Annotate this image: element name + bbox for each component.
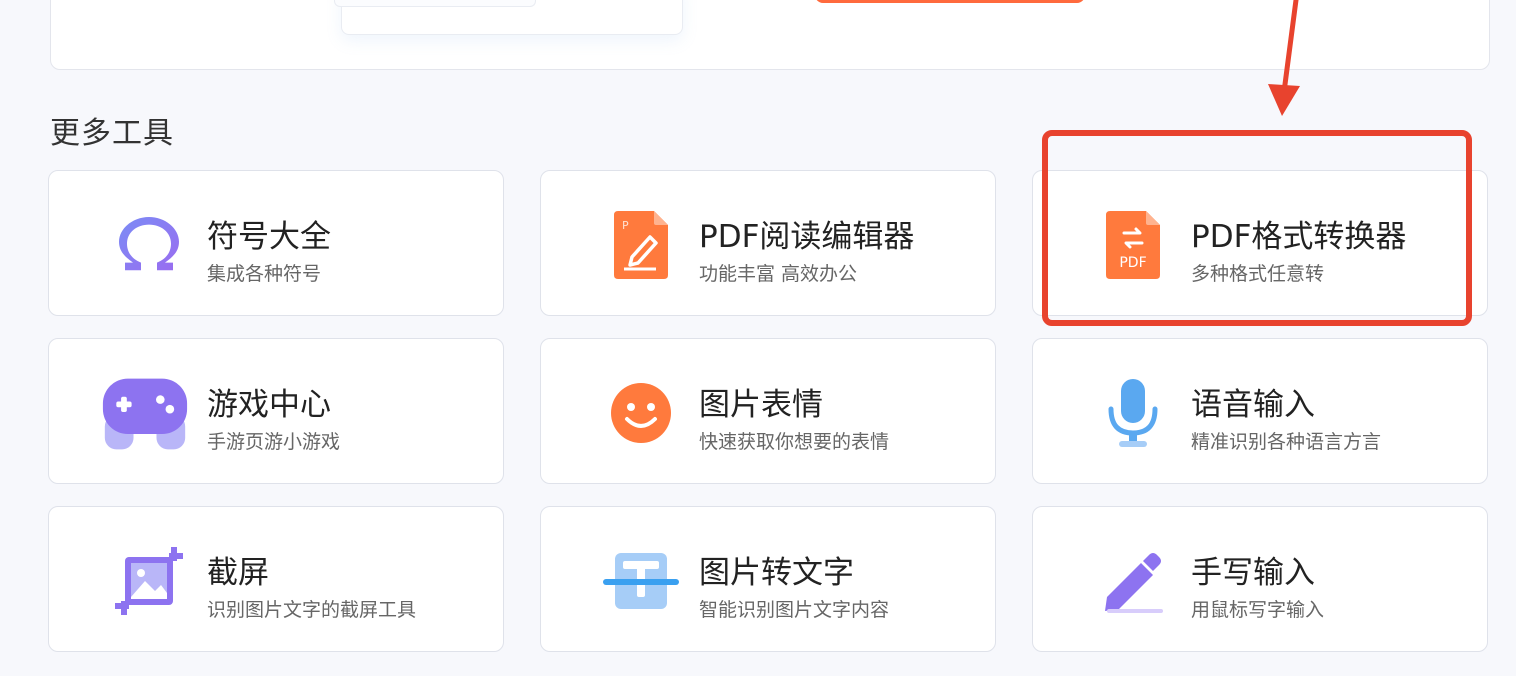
gamepad-icon — [101, 377, 189, 450]
featured-action-button[interactable] — [815, 0, 1085, 3]
tool-card-game-center[interactable]: 游戏中心 手游页游小游戏 — [48, 338, 504, 484]
smiley-icon — [597, 377, 685, 449]
tool-subtitle: 识别图片文字的截屏工具 — [207, 599, 417, 621]
pdf-icon-text: PDF — [1119, 255, 1146, 271]
tool-title: PDF阅读编辑器 — [699, 219, 915, 255]
tool-subtitle: 多种格式任意转 — [1191, 263, 1325, 285]
microphone-icon — [1089, 377, 1177, 449]
featured-preview-inner — [334, 0, 536, 7]
pdf-edit-icon: P — [597, 209, 685, 281]
tool-subtitle: 集成各种符号 — [207, 263, 322, 285]
tool-title: 截屏 — [207, 555, 269, 591]
featured-preview — [334, 0, 683, 35]
tool-title: PDF格式转换器 — [1191, 219, 1407, 255]
tool-title: 图片转文字 — [699, 555, 854, 591]
tool-card-symbols[interactable]: 符号大全 集成各种符号 — [48, 170, 504, 316]
tools-grid: 符号大全 集成各种符号 P PDF阅读编辑器 功能丰富 高效办公 PDF PDF… — [48, 170, 1490, 652]
tool-title: 语音输入 — [1191, 387, 1315, 423]
tool-card-pdf-editor[interactable]: P PDF阅读编辑器 功能丰富 高效办公 — [540, 170, 996, 316]
screenshot-icon — [105, 545, 193, 617]
tool-subtitle: 用鼠标写字输入 — [1191, 599, 1325, 621]
ocr-scan-icon — [597, 545, 685, 617]
tool-card-screenshot[interactable]: 截屏 识别图片文字的截屏工具 — [48, 506, 504, 652]
featured-card[interactable] — [50, 0, 1490, 70]
tool-card-image-to-text[interactable]: 图片转文字 智能识别图片文字内容 — [540, 506, 996, 652]
svg-text:P: P — [622, 219, 629, 232]
tool-card-pdf-converter[interactable]: PDF PDF格式转换器 多种格式任意转 — [1032, 170, 1488, 316]
tool-title: 符号大全 — [207, 219, 331, 255]
tool-card-emoji[interactable]: 图片表情 快速获取你想要的表情 — [540, 338, 996, 484]
tool-subtitle: 手游页游小游戏 — [207, 431, 341, 453]
tool-subtitle: 快速获取你想要的表情 — [699, 431, 890, 453]
tool-subtitle: 精准识别各种语言方言 — [1191, 431, 1382, 453]
omega-icon — [105, 209, 193, 281]
tool-title: 图片表情 — [699, 387, 823, 423]
tools-page: 更多工具 符号大全 集成各种符号 P PDF阅读编辑器 功能丰富 高效办公 PD… — [0, 0, 1516, 676]
pencil-icon — [1089, 545, 1177, 617]
tool-title: 手写输入 — [1191, 555, 1315, 591]
tool-card-voice-input[interactable]: 语音输入 精准识别各种语言方言 — [1032, 338, 1488, 484]
section-title: 更多工具 — [50, 116, 174, 151]
tool-subtitle: 功能丰富 高效办公 — [699, 263, 858, 285]
tool-title: 游戏中心 — [207, 387, 331, 423]
tool-subtitle: 智能识别图片文字内容 — [699, 599, 890, 621]
tool-card-handwriting[interactable]: 手写输入 用鼠标写字输入 — [1032, 506, 1488, 652]
pdf-convert-icon: PDF — [1089, 209, 1177, 281]
